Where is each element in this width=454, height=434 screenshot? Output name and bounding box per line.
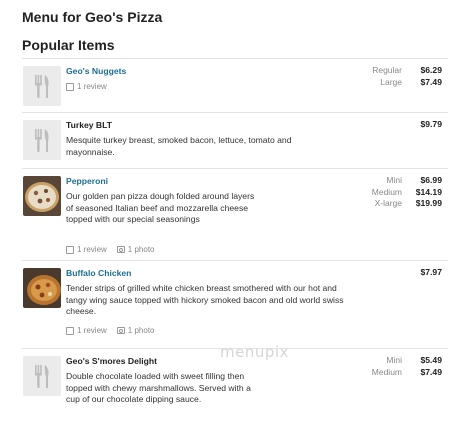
price-list: $9.79 — [402, 119, 442, 131]
price-list: Mini $5.49 Medium $7.49 — [372, 355, 442, 378]
price: $6.99 — [420, 175, 442, 185]
price: $7.49 — [420, 366, 442, 377]
price: $6.29 — [420, 65, 442, 75]
item-description: Our golden pan pizza dough folded around… — [66, 191, 255, 224]
page-title: Menu for Geo's Pizza — [22, 9, 163, 25]
size-label: Large — [380, 76, 402, 87]
item-name-link[interactable]: Buffalo Chicken — [66, 268, 131, 279]
review-icon — [66, 82, 74, 91]
placeholder-icon — [23, 120, 61, 160]
price: $5.49 — [420, 355, 442, 365]
price-list: Mini $6.99 Medium $14.19 X-large $19.99 — [372, 175, 442, 210]
pizza-photo[interactable] — [23, 268, 61, 308]
size-label: Mini — [386, 355, 402, 365]
review-icon — [66, 326, 74, 335]
price-list: Regular $6.29 Large $7.49 — [372, 65, 442, 88]
review-icon — [66, 245, 74, 254]
menu-item: Pepperoni Our golden pan pizza dough fol… — [22, 168, 448, 261]
pizza-photo[interactable] — [23, 176, 61, 216]
item-meta: 1 review 1 photo — [66, 326, 155, 335]
size-label: X-large — [374, 198, 402, 208]
price: $14.19 — [415, 186, 442, 197]
item-meta: 1 review — [66, 82, 107, 91]
menu-item: Buffalo Chicken Tender strips of grilled… — [22, 260, 448, 349]
price: $19.99 — [415, 198, 442, 208]
size-label: Mini — [386, 175, 402, 185]
photo-count-link[interactable]: 1 photo — [128, 326, 155, 335]
item-name-link[interactable]: Geo's Nuggets — [66, 66, 126, 77]
item-name: Geo's S'mores Delight — [66, 356, 158, 366]
section-title: Popular Items — [22, 37, 115, 53]
review-count-link[interactable]: 1 review — [77, 245, 107, 254]
price: $7.49 — [420, 76, 442, 87]
camera-icon — [116, 246, 125, 253]
review-count-link[interactable]: 1 review — [77, 82, 107, 91]
item-description: Double chocolate loaded with sweet filli… — [66, 371, 251, 404]
size-label: Medium — [371, 186, 402, 197]
item-description: Tender strips of grilled white chicken b… — [66, 283, 344, 316]
price: $7.97 — [420, 267, 442, 277]
placeholder-icon — [23, 66, 61, 106]
menu-item: Turkey BLT Mesquite turkey breast, smoke… — [22, 112, 448, 169]
item-meta: 1 review 1 photo — [66, 245, 155, 254]
review-count-link[interactable]: 1 review — [77, 326, 107, 335]
watermark: menupix — [220, 343, 289, 361]
price: $9.79 — [420, 119, 442, 129]
placeholder-icon — [23, 356, 61, 396]
menu-item: Geo's Nuggets 1 review Regular $6.29 Larg… — [22, 58, 448, 113]
item-name: Turkey BLT — [66, 120, 112, 130]
item-description: Mesquite turkey breast, smoked bacon, le… — [66, 135, 292, 157]
price-list: $7.97 — [402, 267, 442, 279]
size-label: Medium — [371, 366, 402, 377]
item-name-link[interactable]: Pepperoni — [66, 176, 108, 187]
photo-count-link[interactable]: 1 photo — [128, 245, 155, 254]
camera-icon — [116, 327, 125, 334]
size-label: Regular — [372, 65, 402, 75]
